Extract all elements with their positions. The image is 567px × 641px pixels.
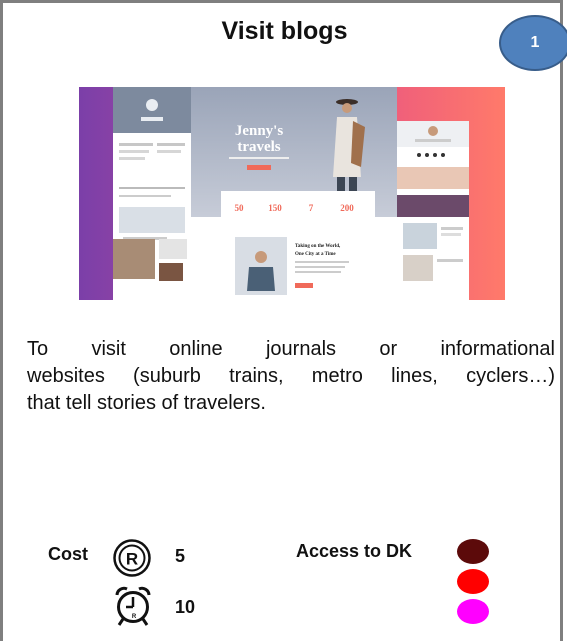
description-line-3: that tell stories of travelers. bbox=[27, 392, 266, 414]
post-title-line2: One City at a Time bbox=[295, 252, 336, 257]
hero-title-line2: travels bbox=[237, 139, 280, 155]
card-number: 1 bbox=[530, 34, 540, 51]
blog-screenshot-image: Jenny's travels 50 150 7 200 Taking on t… bbox=[79, 87, 505, 300]
hero-title-line1: Jenny's bbox=[235, 123, 284, 139]
description-line-2: websites (suburb trains, metro lines, cy… bbox=[27, 365, 555, 387]
stat-value-1: 50 bbox=[235, 203, 245, 213]
access-dot-magenta bbox=[457, 599, 489, 624]
card-title: Visit blogs bbox=[221, 17, 348, 45]
description-line-1: To visit online journals or informationa… bbox=[27, 338, 555, 360]
access-to-dk-label: Access to DK bbox=[296, 541, 413, 561]
registered-coin-icon: R bbox=[112, 538, 152, 583]
access-dot-dark-red bbox=[457, 539, 489, 564]
svg-text:R: R bbox=[132, 614, 137, 620]
card-description: To visit online journals or informationa… bbox=[27, 336, 555, 417]
stat-value-3: 7 bbox=[309, 203, 314, 213]
card-number-badge: 1 bbox=[499, 15, 567, 71]
cost-label: Cost bbox=[48, 544, 88, 564]
alarm-clock-icon: R bbox=[113, 585, 153, 632]
activity-card: Visit blogs 1 Jenny's travels 50 150 7 2… bbox=[0, 0, 567, 641]
post-title-line1: Taking on the World, bbox=[295, 244, 341, 249]
time-value: 10 bbox=[175, 597, 196, 617]
stat-value-4: 200 bbox=[340, 203, 354, 213]
svg-text:R: R bbox=[126, 550, 138, 569]
stat-value-2: 150 bbox=[268, 203, 282, 213]
cost-value: 5 bbox=[175, 546, 186, 566]
access-dot-red bbox=[457, 569, 489, 594]
